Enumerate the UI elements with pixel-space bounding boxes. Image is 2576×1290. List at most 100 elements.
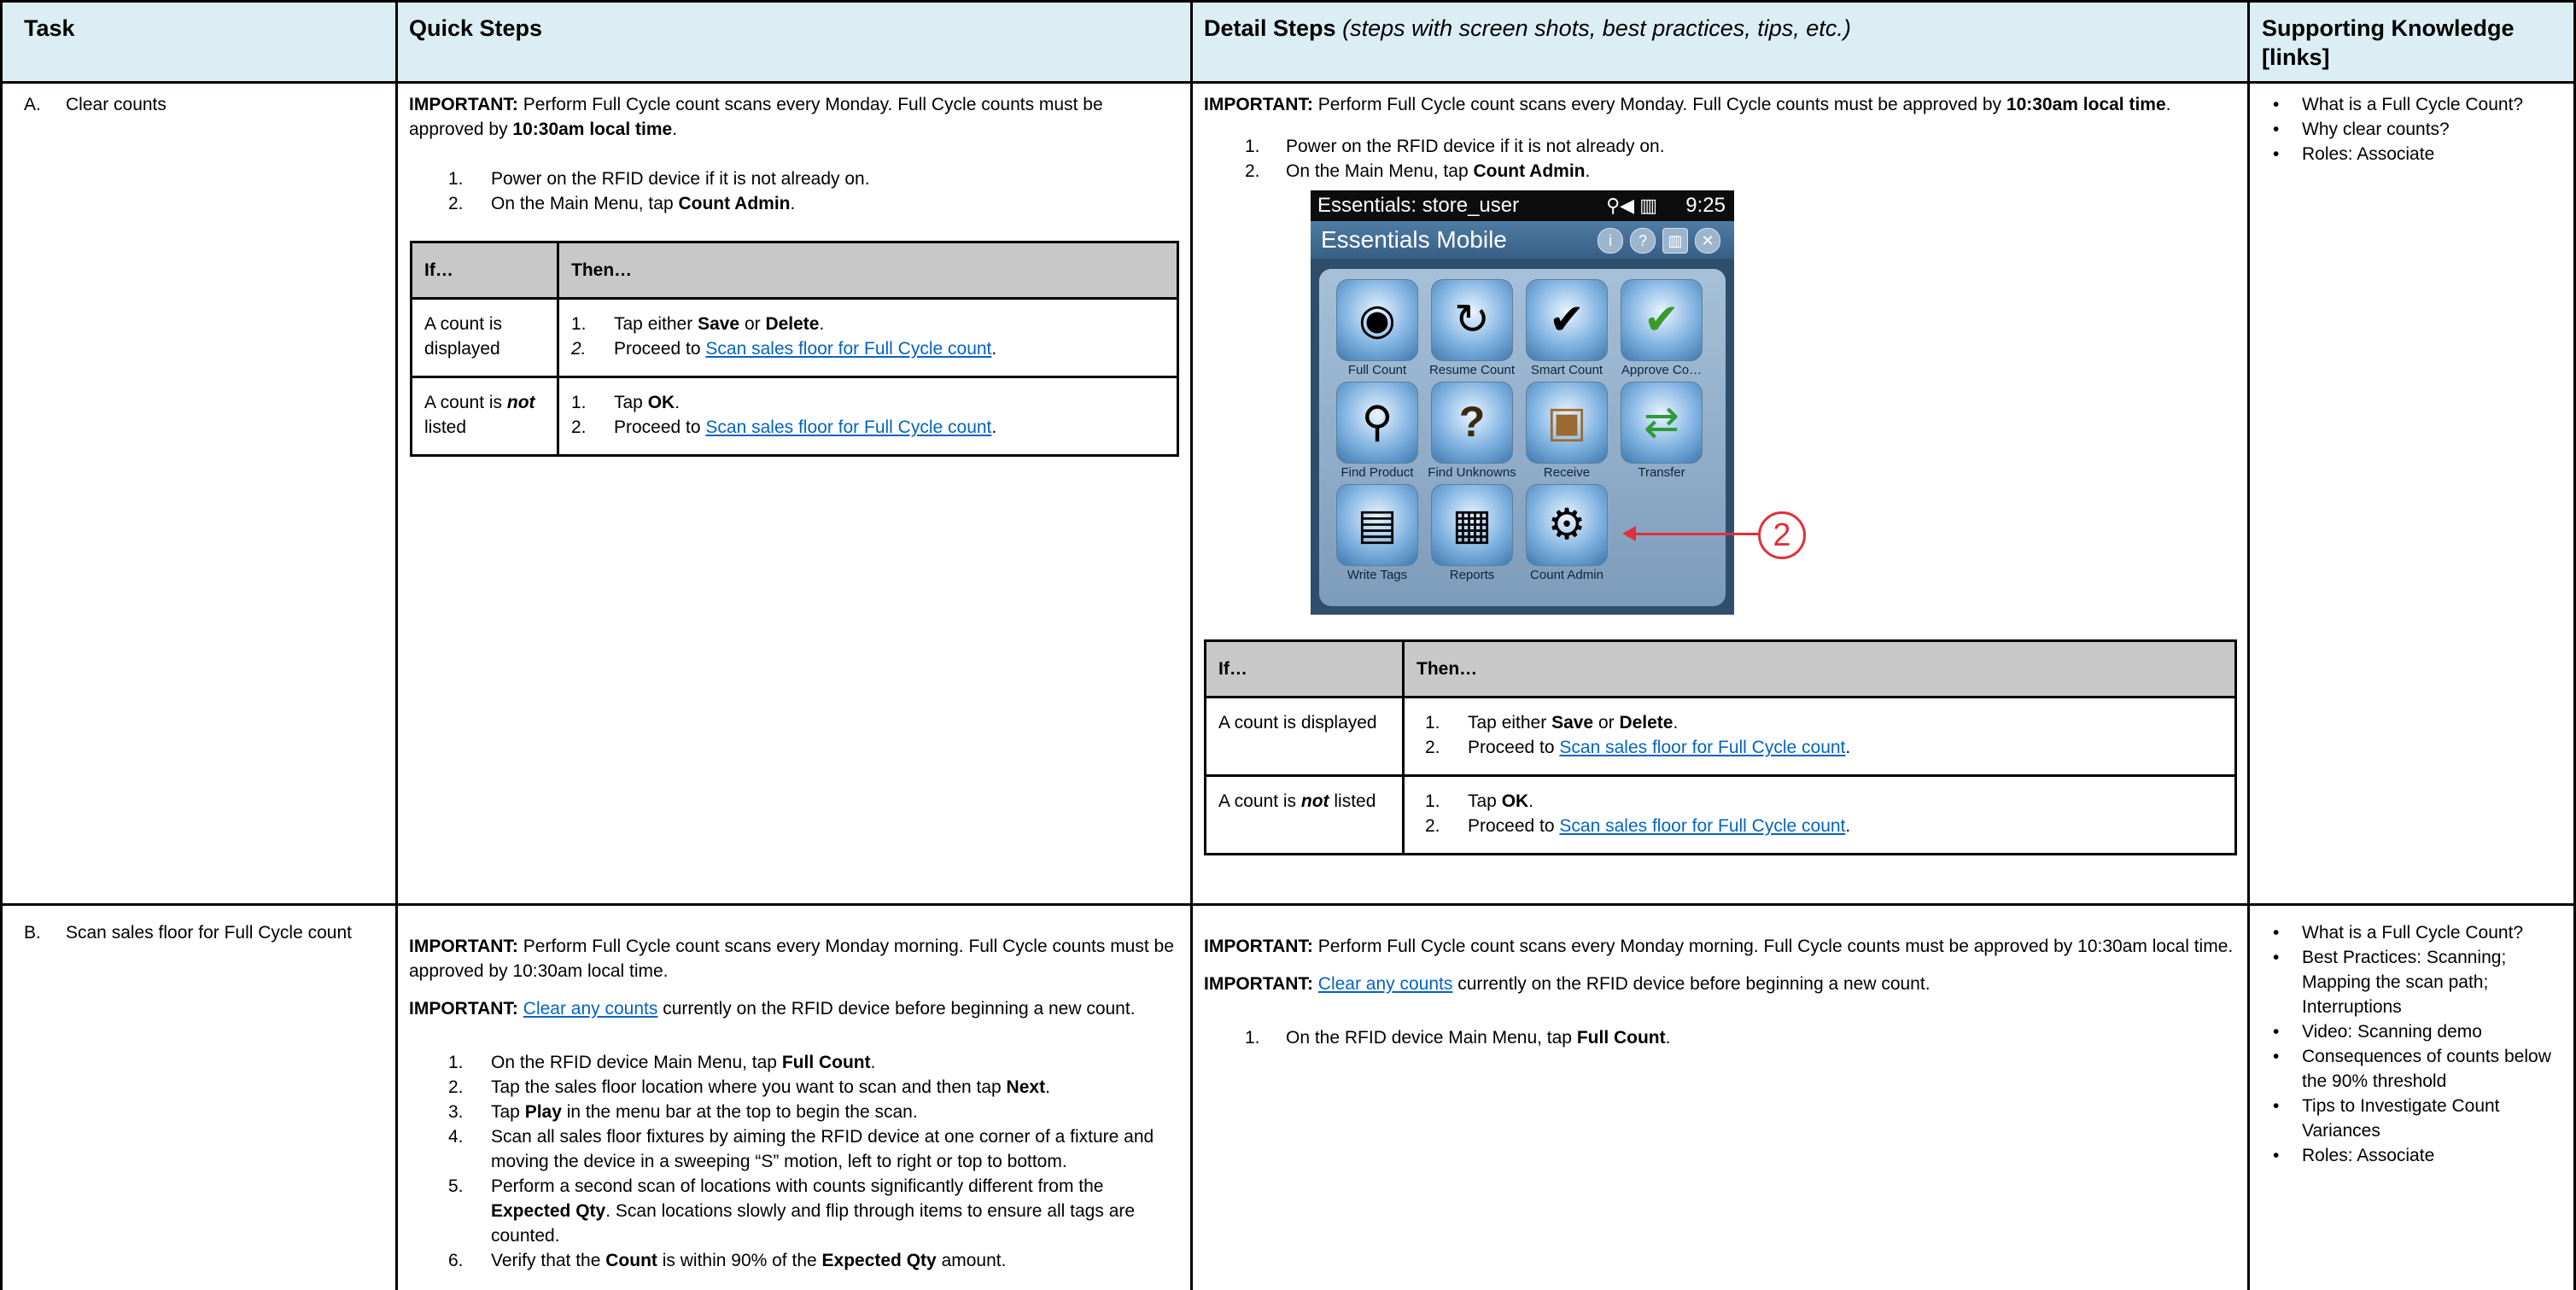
step-text: Perform a second scan of locations with … [491, 1176, 1104, 1196]
step-text: Proceed to [1468, 816, 1560, 836]
step-end: . [1845, 738, 1851, 757]
table-border-left [0, 0, 3, 1290]
support-link[interactable]: Consequences of counts below the 90% thr… [2261, 1044, 2568, 1094]
step-end: . [991, 417, 997, 437]
detail-a-steps: 1. Power on the RFID device if it is not … [1204, 134, 2237, 184]
write-tags-icon: ▤ [1357, 500, 1398, 548]
scan-sales-floor-link[interactable]: Scan sales floor for Full Cycle count [705, 339, 991, 359]
table-row: A count is displayed 1. Tap either Save o… [410, 297, 1179, 378]
important-text: currently on the RFID device before begi… [1452, 974, 1931, 994]
step-text: Scan all sales floor fixtures by aiming … [491, 1127, 1154, 1171]
scan-sales-floor-link[interactable]: Scan sales floor for Full Cycle count [705, 417, 991, 437]
list-item: 1. Power on the RFID device if it is not … [409, 166, 1177, 191]
important-label: IMPORTANT: [409, 95, 518, 114]
close-icon: ✕ [1695, 228, 1720, 254]
device-menu-panel: ◉ Full Count ↻ Resume Count ✔ Smart Count ✔… [1319, 269, 1726, 606]
magnifier-icon: ⚲ [1361, 398, 1393, 446]
detail-a-if-then-table: If… Then… A count is displayed 1. Tap eit… [1204, 639, 2237, 855]
tile-transfer: ⇄ Transfer [1621, 382, 1703, 482]
step-text: or [739, 314, 766, 334]
header-task: Task [24, 15, 75, 41]
question-icon: ? [1458, 398, 1486, 446]
list-item: 1. On the RFID device Main Menu, tap Full… [409, 1050, 1177, 1075]
step-text: Tap either [1468, 713, 1552, 733]
step-text: On the Main Menu, tap [491, 194, 679, 213]
important-end: . [672, 120, 678, 139]
important-deadline: 10:30am local time [512, 120, 673, 139]
col-if-header: If… [1204, 639, 1405, 698]
step-number: 5. [448, 1176, 464, 1196]
support-link[interactable]: Tips to Investigate Count Variances [2261, 1094, 2568, 1143]
tile-label: Find Unknowns [1428, 465, 1516, 480]
if-emphasis: not [1300, 791, 1329, 811]
support-link[interactable]: What is a Full Cycle Count? [2261, 920, 2568, 945]
delete-label: Delete [765, 314, 820, 334]
clear-counts-link[interactable]: Clear any counts [1318, 974, 1453, 994]
tile-resume-count: ↻ Resume Count [1429, 279, 1515, 380]
step-end: amount. [936, 1251, 1007, 1270]
delete-label: Delete [1619, 713, 1674, 733]
step-number: 1. [1245, 137, 1260, 156]
then-cell: 1. Tap OK. 2. Proceed to Scan sales floor … [557, 376, 1179, 457]
quick-a-steps: 1. Power on the RFID device if it is not … [409, 166, 1177, 216]
if-cell: A count is not listed [1204, 774, 1405, 855]
important-text: Perform Full Cycle count scans every Mon… [409, 937, 1174, 981]
task-b-letter: B. [24, 923, 41, 943]
step-end: . [790, 194, 796, 213]
step-number: 1. [1425, 713, 1440, 733]
table-row: A count is displayed 1. Tap either Save o… [1204, 696, 2237, 777]
device-status-icons: ⚲◀ ▥ [1606, 195, 1657, 216]
list-item: 3. Tap Play in the menu bar at the top to… [409, 1100, 1177, 1124]
tile-label: Full Count [1347, 363, 1407, 377]
tile-label: Find Product [1341, 465, 1414, 480]
support-link[interactable]: Roles: Associate [2261, 142, 2568, 166]
support-link[interactable]: Roles: Associate [2261, 1143, 2568, 1168]
support-link[interactable]: Best Practices: Scanning; Mapping the sc… [2261, 945, 2568, 1019]
device-app-title: Essentials Mobile [1321, 226, 1507, 253]
step-bold: Full Count [1576, 1028, 1666, 1048]
if-emphasis: not [506, 393, 535, 412]
scan-sales-floor-link[interactable]: Scan sales floor for Full Cycle count [1559, 738, 1845, 757]
then-cell: 1. Tap OK. 2. Proceed to Scan sales floor … [1402, 774, 2237, 855]
support-b-links: What is a Full Cycle Count? Best Practic… [2261, 920, 2568, 1168]
step-number: 4. [448, 1127, 464, 1147]
step-number: 1. [1245, 1028, 1260, 1048]
step-number: 2. [1425, 816, 1440, 836]
transfer-icon: ⇄ [1644, 398, 1679, 446]
support-link[interactable]: What is a Full Cycle Count? [2261, 92, 2568, 117]
tile-smart-count: ✔ Smart Count [1526, 279, 1608, 380]
step-number: 2. [1425, 738, 1440, 757]
list-item: 1. Power on the RFID device if it is not … [1204, 134, 2237, 159]
step-text: Tap [614, 393, 648, 412]
list-item: 6. Verify that the Count is within 90% of… [409, 1248, 1177, 1273]
header-divider [0, 81, 2576, 84]
if-cell: A count is displayed [410, 297, 559, 378]
step-bold: Count [605, 1251, 657, 1270]
scan-sales-floor-link[interactable]: Scan sales floor for Full Cycle count [1559, 816, 1845, 836]
step-number: 6. [448, 1251, 464, 1270]
quick-steps-a: IMPORTANT: Perform Full Cycle count scan… [409, 92, 1177, 216]
step-number: 2. [571, 339, 587, 359]
list-item: 4. Scan all sales floor fixtures by aimin… [409, 1124, 1177, 1174]
step-text: Proceed to [614, 417, 706, 437]
step-text: Tap [491, 1102, 525, 1122]
step-text: Tap [1468, 791, 1502, 811]
device-user: Essentials: store_user [1317, 194, 1520, 217]
list-item: 2. Tap the sales floor location where you… [409, 1075, 1177, 1100]
quick-a-important: IMPORTANT: Perform Full Cycle count scan… [409, 92, 1177, 142]
support-link[interactable]: Why clear counts? [2261, 117, 2568, 142]
full-count-icon: ◉ [1358, 295, 1396, 343]
ok-label: OK [647, 393, 675, 412]
step-end: . [1665, 1028, 1671, 1048]
support-a-links: What is a Full Cycle Count? Why clear co… [2261, 92, 2568, 166]
tile-label: Resume Count [1428, 363, 1516, 377]
quick-a-if-then-table: If… Then… A count is displayed 1. Tap eit… [410, 241, 1179, 457]
list-item: 5. Perform a second scan of locations wit… [409, 1174, 1177, 1248]
step-end: . [1585, 161, 1591, 181]
help-icon: ? [1630, 228, 1656, 254]
step-bold: Next [1006, 1077, 1046, 1097]
list-item: 2. On the Main Menu, tap Count Admin. [1204, 159, 2237, 184]
step-end: . [991, 339, 997, 359]
clear-counts-link[interactable]: Clear any counts [523, 999, 658, 1019]
support-link[interactable]: Video: Scanning demo [2261, 1019, 2568, 1044]
